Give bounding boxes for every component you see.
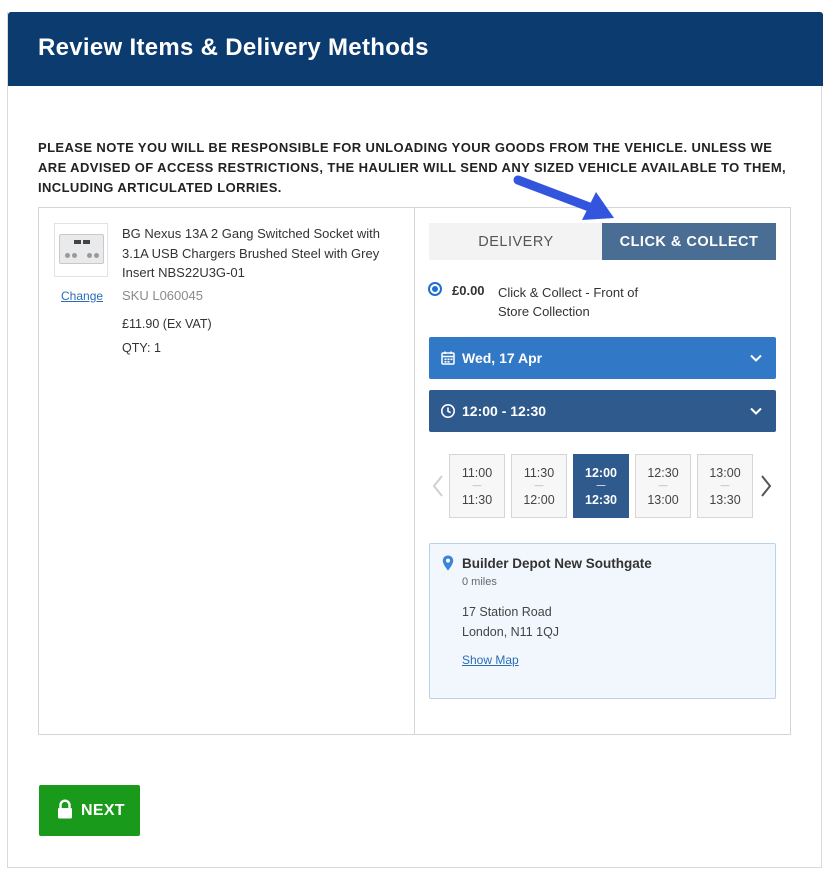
lock-icon [58,799,72,819]
time-slot-separator: — [596,480,606,490]
checkout-panel: Review Items & Delivery Methods PLEASE N… [7,12,823,868]
time-slot-start: 11:30 [523,466,555,480]
time-slot-start: 11:00 [461,466,493,480]
time-dropdown-value: 12:00 - 12:30 [462,403,547,419]
show-map-link[interactable]: Show Map [462,653,519,667]
product-sku: SKU L060045 [122,288,203,303]
page-title: Review Items & Delivery Methods [38,34,429,61]
product-price: £11.90 (Ex VAT) [122,317,212,331]
chevron-left-icon[interactable] [431,474,445,498]
collection-option-label: Click & Collect - Front of Store Collect… [498,285,639,319]
map-pin-icon [442,555,454,571]
fulfilment-tabs: DELIVERY CLICK & COLLECT [429,223,776,260]
calendar-icon [441,351,455,365]
time-slot-end: 12:30 [585,493,617,507]
column-divider [414,208,415,734]
collection-option-radio[interactable] [428,282,442,296]
change-product-link[interactable]: Change [61,289,103,303]
time-slot[interactable]: 11:30— 12:00 [511,454,567,518]
time-slot[interactable]: 12:30— 13:00 [635,454,691,518]
next-button[interactable]: NEXT [39,785,140,836]
order-item-card: Change BG Nexus 13A 2 Gang Switched Sock… [38,207,791,735]
product-image [54,223,108,277]
date-dropdown[interactable]: Wed, 17 Apr [429,337,776,379]
time-slot[interactable]: 12:00— 12:30 [573,454,629,518]
time-slot[interactable]: 13:00— 13:30 [697,454,753,518]
next-button-label: NEXT [81,802,125,819]
time-slot-start: 13:00 [709,466,741,480]
annotation-arrow-icon [513,175,614,220]
time-slot[interactable]: 11:00— 11:30 [449,454,505,518]
time-slot-start: 12:30 [647,466,679,480]
chevron-right-icon[interactable] [759,474,773,498]
date-dropdown-value: Wed, 17 Apr [462,350,543,366]
socket-picture [59,234,104,264]
chevron-down-icon [750,407,762,415]
tab-delivery[interactable]: DELIVERY [429,223,603,260]
time-slot-separator: — [534,480,544,490]
chevron-down-icon [750,354,762,362]
time-slot-end: 12:00 [523,493,555,507]
store-address-line2: London, N11 1QJ [462,625,560,639]
collection-option-price: £0.00 [452,283,485,298]
product-quantity: QTY: 1 [122,341,161,355]
store-name: Builder Depot New Southgate [462,556,652,571]
store-info-panel: Builder Depot New Southgate 0 miles 17 S… [429,543,776,699]
time-slot-end: 11:30 [461,493,493,507]
time-slot-separator: — [472,480,482,490]
clock-icon [441,404,455,418]
time-slot-end: 13:30 [709,493,741,507]
page-header: Review Items & Delivery Methods [8,12,823,86]
product-name: BG Nexus 13A 2 Gang Switched Socket with… [122,226,380,280]
store-address-line1: 17 Station Road [462,605,552,619]
time-slot-end: 13:00 [647,493,679,507]
store-distance: 0 miles [462,576,497,588]
tab-click-collect[interactable]: CLICK & COLLECT [602,223,776,260]
time-slot-separator: — [720,480,730,490]
unloading-notice: PLEASE NOTE YOU WILL BE RESPONSIBLE FOR … [38,140,787,195]
time-slot-separator: — [658,480,668,490]
time-dropdown[interactable]: 12:00 - 12:30 [429,390,776,432]
time-slot-start: 12:00 [585,466,617,480]
